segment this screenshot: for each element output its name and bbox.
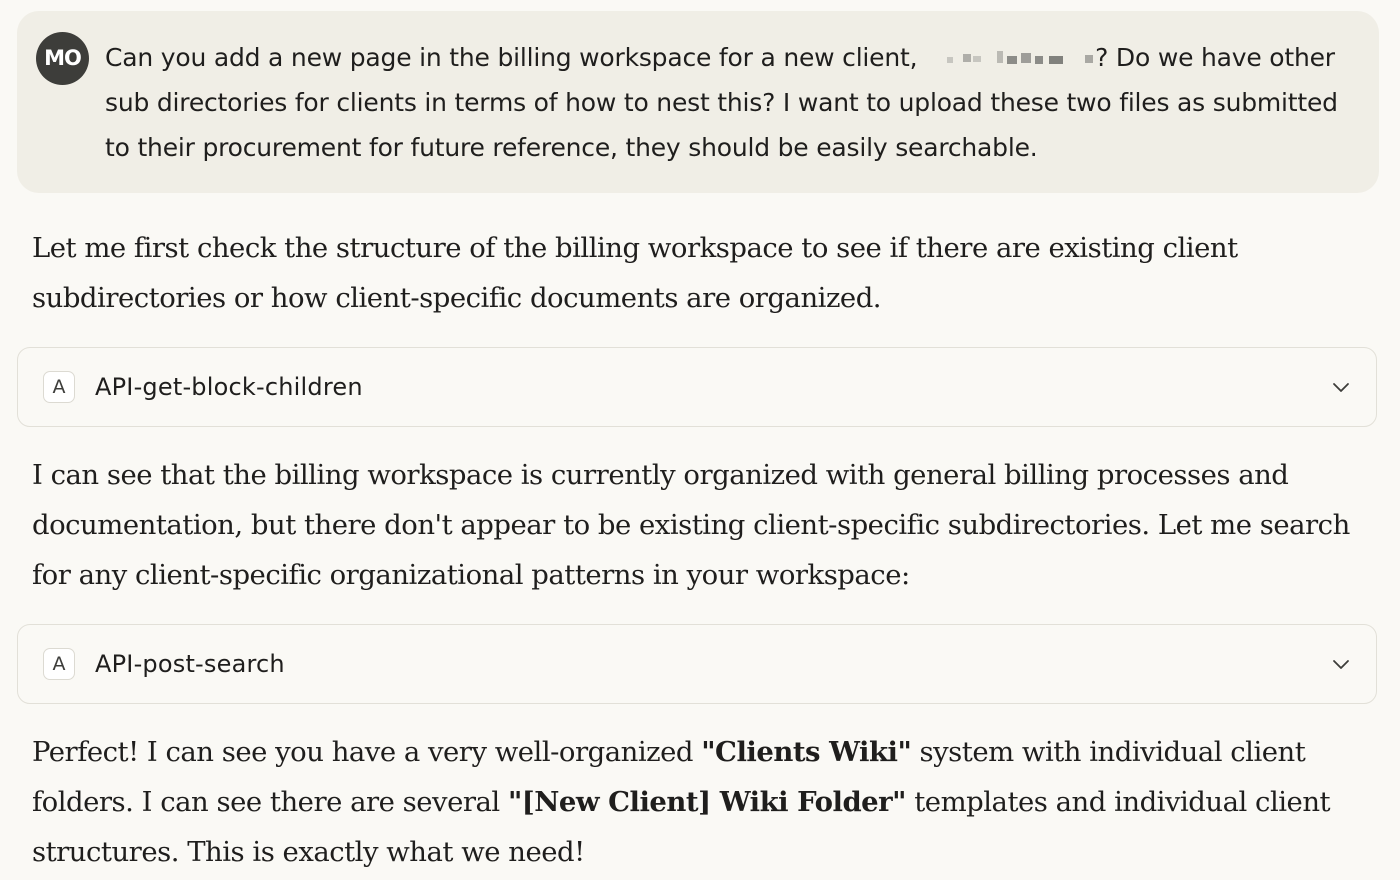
redacted-client-name [925, 45, 1095, 69]
assistant-paragraph-3: Perfect! I can see you have a very well-… [32, 727, 1372, 877]
user-message-text-start: Can you add a new page in the billing wo… [105, 43, 926, 72]
assistant-paragraph-1: Let me first check the structure of the … [32, 232, 1238, 314]
tool-call-card-get-block-children[interactable]: A API-get-block-children [17, 347, 1377, 427]
user-avatar: MO [36, 32, 89, 85]
tool-badge: A [43, 648, 75, 680]
tool-name: API-post-search [95, 650, 285, 678]
tool-call-card-post-search[interactable]: A API-post-search [17, 624, 1377, 704]
user-message-text: Can you add a new page in the billing wo… [105, 35, 1365, 170]
para3-text-1: Perfect! I can see you have a very well-… [32, 736, 702, 768]
chevron-down-icon[interactable] [1330, 653, 1352, 675]
new-client-wiki-folder-label: "[New Client] Wiki Folder" [507, 786, 907, 818]
tool-name: API-get-block-children [95, 373, 363, 401]
chevron-down-icon[interactable] [1330, 376, 1352, 398]
tool-badge: A [43, 371, 75, 403]
assistant-paragraph-2: I can see that the billing workspace is … [32, 459, 1350, 591]
clients-wiki-label: "Clients Wiki" [701, 736, 912, 768]
